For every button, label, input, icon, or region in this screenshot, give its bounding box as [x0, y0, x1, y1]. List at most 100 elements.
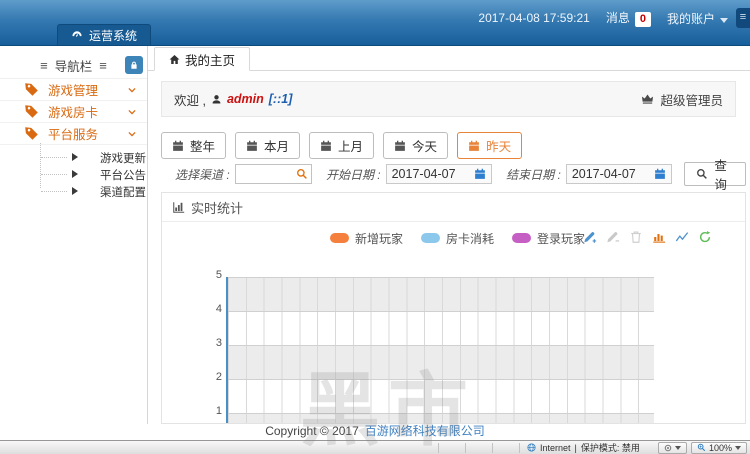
calendar-icon: [320, 140, 332, 152]
sidebar-header: ≡ 导航栏 ≡: [0, 53, 147, 79]
caret-down-icon: [735, 446, 741, 450]
end-date-input[interactable]: 2017-04-07: [566, 164, 673, 184]
sidebar-group-item[interactable]: 游戏房卡: [0, 101, 147, 123]
sidebar-sub-item[interactable]: 渠道配置: [0, 183, 147, 200]
end-date-label: 结束日期 :: [506, 166, 561, 183]
legend-swatch: [512, 233, 531, 243]
pin-sidebar-button[interactable]: [125, 56, 143, 74]
tools-button[interactable]: [658, 442, 687, 454]
settings-icon: [664, 444, 672, 452]
tree-arrow-icon: [72, 187, 78, 195]
range-button[interactable]: 上月: [309, 132, 374, 159]
account-menu[interactable]: 我的账户: [667, 10, 728, 27]
chart-plot-area: 54321: [226, 277, 654, 424]
y-axis-tick-label: 2: [200, 371, 222, 383]
zoom-control[interactable]: 100%: [691, 442, 747, 454]
security-zone: Internet | 保护模式: 禁用: [519, 443, 647, 453]
home-icon: [169, 54, 180, 65]
chart-toolbar: [583, 230, 712, 244]
legend-swatch: [330, 233, 349, 243]
calendar-icon: [172, 140, 184, 152]
hamburger-menu-button[interactable]: ≡: [736, 8, 750, 28]
status-cell: [465, 443, 492, 453]
tab-my-home[interactable]: 我的主页: [154, 47, 250, 71]
date-range-buttons: 整年本月上月今天昨天: [161, 132, 746, 159]
login-host: [::1]: [269, 92, 293, 106]
user-role: 超级管理员: [641, 90, 723, 109]
tree-arrow-icon: [72, 153, 78, 161]
globe-icon: [527, 443, 536, 452]
tab-bar: 我的主页: [148, 46, 750, 71]
sidebar-group-item[interactable]: 平台服务: [0, 123, 147, 145]
datetime-display: 2017-04-08 17:59:21: [478, 11, 589, 25]
zoom-icon: [697, 443, 706, 452]
calendar-icon: [474, 168, 486, 180]
browser-status-bar: Internet | 保护模式: 禁用 100%: [0, 440, 750, 454]
calendar-icon: [654, 168, 666, 180]
menu-icon: ≡: [40, 58, 48, 73]
channel-select: [235, 164, 312, 184]
bar-chart-view-icon[interactable]: [652, 230, 666, 244]
chart-legend: 新增玩家 房卡消耗 登录玩家: [330, 230, 585, 247]
legend-item[interactable]: 登录玩家: [512, 230, 585, 247]
page-content: 欢迎 , admin [::1] 超级管理员 整年本月上月今天昨天 选择渠道 :: [148, 71, 750, 424]
realtime-stats-panel: 实时统计 新增玩家 房卡消耗 登录玩家 54321: [161, 192, 746, 424]
chevron-down-icon: [127, 107, 137, 117]
search-icon: [696, 168, 708, 180]
company-name: 百游网络科技有限公司: [365, 424, 485, 438]
filter-row: 选择渠道 : 开始日期 : 2017-04-07 结束日期 : 2017-04-…: [161, 162, 746, 186]
sidebar-title: 导航栏: [55, 56, 93, 75]
calendar-icon: [394, 140, 406, 152]
range-button[interactable]: 本月: [235, 132, 300, 159]
sidebar-sub-item[interactable]: 平台公告: [0, 166, 147, 183]
gauge-icon: [71, 29, 83, 41]
chevron-down-icon: [127, 129, 137, 139]
sidebar-group-item[interactable]: 游戏管理: [0, 79, 147, 101]
caret-down-icon: [720, 18, 728, 23]
legend-swatch: [421, 233, 440, 243]
y-axis-tick-label: 5: [200, 269, 222, 281]
edit-add-icon[interactable]: [583, 230, 597, 244]
user-icon: [211, 94, 222, 105]
message-count-badge: 0: [635, 12, 651, 27]
delete-icon[interactable]: [629, 230, 643, 244]
legend-item[interactable]: 房卡消耗: [421, 230, 494, 247]
start-date-input[interactable]: 2017-04-07: [386, 164, 493, 184]
y-axis-tick-label: 1: [200, 405, 222, 417]
line-chart-view-icon[interactable]: [675, 230, 689, 244]
edit-icon[interactable]: [606, 230, 620, 244]
query-button[interactable]: 查询: [684, 162, 746, 186]
calendar-icon: [246, 140, 258, 152]
status-cell: [438, 443, 465, 453]
tag-icon: [24, 126, 39, 141]
status-cell: [492, 443, 519, 453]
chevron-down-icon: [127, 85, 137, 95]
range-button[interactable]: 昨天: [457, 132, 522, 159]
sidebar-sub-item[interactable]: 游戏更新: [0, 149, 147, 166]
main-area: 我的主页 欢迎 , admin [::1] 超级管理员 整年本月上月今天昨天 选…: [148, 46, 750, 424]
caret-down-icon: [675, 446, 681, 450]
search-icon[interactable]: [296, 168, 308, 180]
y-axis-tick-label: 3: [200, 337, 222, 349]
page-footer: Copyright © 2017百游网络科技有限公司: [0, 424, 750, 440]
current-username: admin: [227, 92, 264, 106]
sidebar-submenu: 游戏更新平台公告渠道配置: [0, 145, 147, 208]
stats-title: 实时统计: [191, 198, 243, 217]
refresh-icon[interactable]: [698, 230, 712, 244]
top-header: 2017-04-08 17:59:21 消息0 我的账户 ≡ 运营系统: [0, 0, 750, 46]
welcome-bar: 欢迎 , admin [::1] 超级管理员: [161, 81, 736, 117]
system-brand-tab[interactable]: 运营系统: [57, 24, 151, 45]
bar-chart-icon: [172, 201, 185, 214]
app-window: 2017-04-08 17:59:21 消息0 我的账户 ≡ 运营系统 ≡ 导航…: [0, 0, 750, 454]
calendar-icon: [468, 140, 480, 152]
start-date-label: 开始日期 :: [326, 166, 381, 183]
range-button[interactable]: 整年: [161, 132, 226, 159]
messages-link[interactable]: 消息0: [606, 9, 651, 27]
menu-icon: ≡: [99, 58, 107, 73]
legend-row: 新增玩家 房卡消耗 登录玩家: [162, 222, 745, 254]
range-button[interactable]: 今天: [383, 132, 448, 159]
tag-icon: [24, 82, 39, 97]
legend-item[interactable]: 新增玩家: [330, 230, 403, 247]
tree-arrow-icon: [72, 170, 78, 178]
sidebar: ≡ 导航栏 ≡ 游戏管理游戏房卡平台服务游戏更新平台公告渠道配置: [0, 46, 148, 424]
